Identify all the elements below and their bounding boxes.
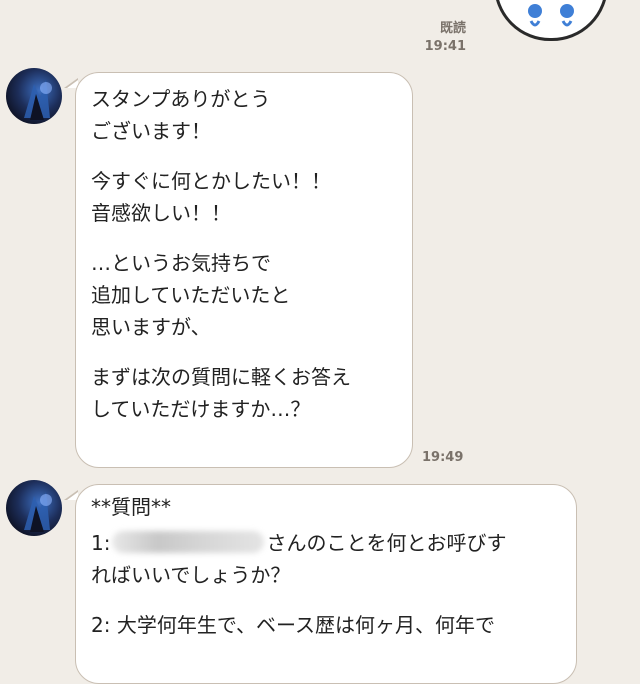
question-1-number: 1: — [91, 531, 111, 555]
avatar[interactable] — [6, 68, 62, 124]
message-paragraph: 今すぐに何とかしたい！！ 音感欲しい！！ — [91, 169, 331, 225]
question-1: 1: さんのことを何とお呼びす ればいいでしょうか？ — [91, 527, 562, 591]
incoming-message-bubble[interactable]: **質問** 1: さんのことを何とお呼びす ればいいでしょうか？ 2: 大学何年… — [75, 484, 577, 684]
question-heading: **質問** — [91, 495, 171, 519]
blurred-name — [112, 531, 265, 553]
message-paragraph: まずは次の質問に軽くお答え していただけますか…？ — [91, 365, 351, 421]
read-receipt: 既読 — [439, 21, 466, 36]
message-paragraph: スタンプありがとう ございます！ — [91, 87, 271, 143]
avatar[interactable] — [6, 480, 62, 536]
sticker-icon[interactable] — [494, 0, 608, 41]
sent-message-meta: 既読 19:41 — [418, 20, 466, 56]
sent-time: 19:41 — [424, 39, 466, 54]
message-paragraph: …というお気持ちで 追加していただいたと 思いますが、 — [91, 251, 291, 339]
question-2: 2: 大学何年生で、ベース歴は何ヶ月、何年で — [91, 613, 496, 637]
incoming-message-bubble[interactable]: スタンプありがとう ございます！ 今すぐに何とかしたい！！ 音感欲しい！！ …と… — [75, 72, 413, 468]
message-time: 19:49 — [422, 450, 464, 465]
